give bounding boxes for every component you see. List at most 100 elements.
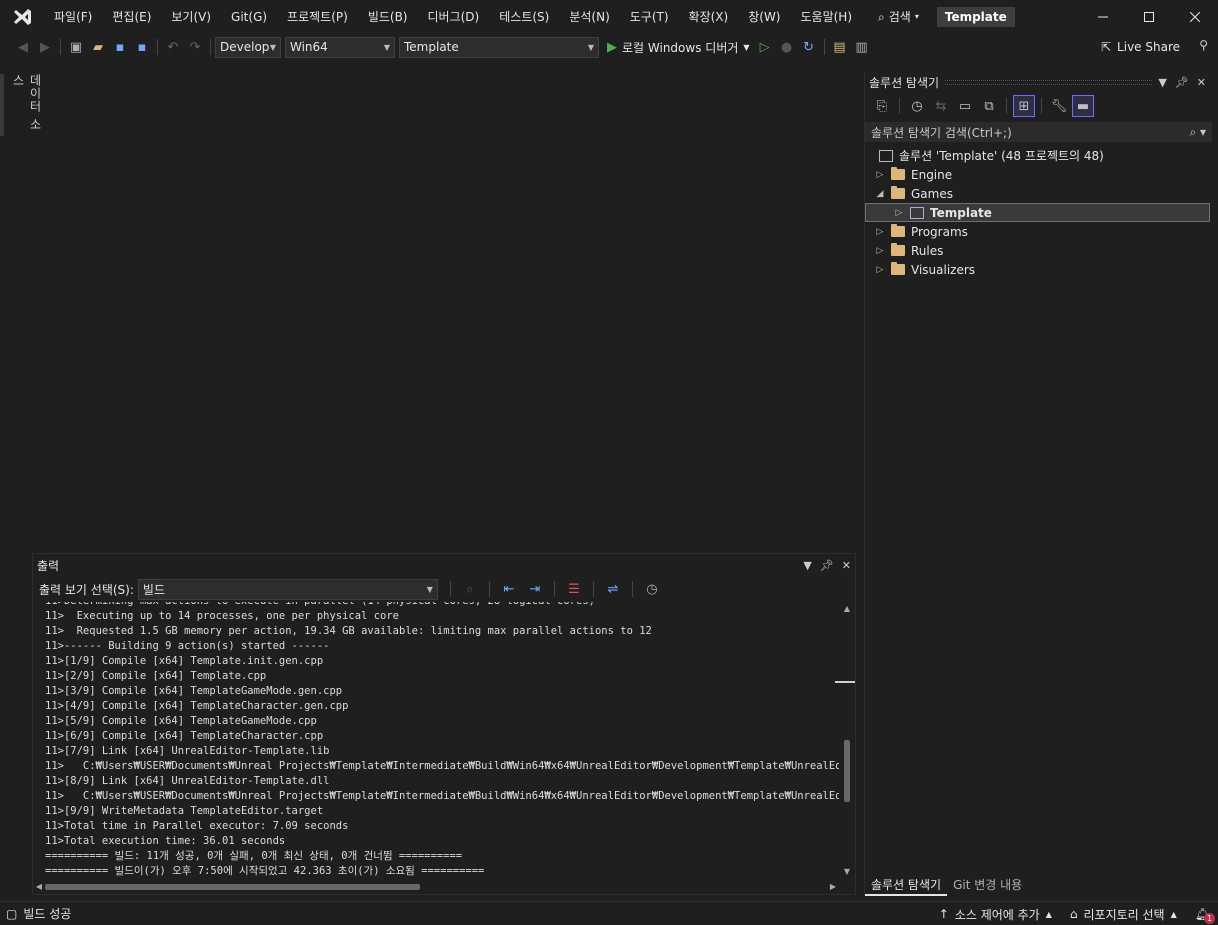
pending-changes-filter-icon[interactable]: ◷	[906, 95, 928, 117]
scroll-down-icon[interactable]: ▼	[841, 867, 853, 876]
menu-item[interactable]: 도구(T)	[620, 0, 679, 34]
folder-icon	[891, 243, 905, 256]
forward-icon[interactable]: ▶	[34, 36, 56, 58]
show-all-files-icon[interactable]: ⧉	[978, 95, 1000, 117]
search-button[interactable]: ⌕ 검색 ▾	[870, 0, 927, 34]
scroll-up-icon[interactable]: ▲	[841, 604, 853, 613]
collapsed-caret-icon[interactable]: ▷	[873, 265, 887, 275]
menu-item[interactable]: 디버그(D)	[418, 0, 490, 34]
collapsed-caret-icon[interactable]: ▷	[873, 170, 887, 180]
start-without-debugging-icon[interactable]: ▷	[754, 36, 776, 58]
startup-project-select[interactable]: Template ▼	[399, 36, 599, 58]
hot-reload-icon[interactable]: ●	[776, 36, 798, 58]
save-all-icon[interactable]: ▪	[131, 36, 153, 58]
menu-item[interactable]: 빌드(B)	[358, 0, 418, 34]
chevron-down-icon: ▾	[914, 12, 919, 21]
vertical-scrollbar[interactable]: ▲ ▼	[835, 602, 855, 878]
open-folder-icon[interactable]: ▰	[87, 36, 109, 58]
output-text[interactable]: 11>Determining max actions to execute in…	[33, 602, 839, 878]
menu-item[interactable]: 테스트(S)	[489, 0, 559, 34]
live-share-button[interactable]: ⇱ Live Share	[1101, 34, 1180, 60]
solution-node[interactable]: 솔루션 'Template' (48 프로젝트의 48)	[865, 146, 1212, 165]
output-line: 11>Determining max actions to execute in…	[45, 602, 839, 609]
menu-item[interactable]: 창(W)	[738, 0, 790, 34]
next-message-icon[interactable]: ⇥	[524, 578, 546, 600]
collapsed-caret-icon[interactable]: ▷	[892, 208, 906, 218]
maximize-button[interactable]	[1126, 0, 1172, 34]
minimize-button[interactable]	[1080, 0, 1126, 34]
menu-item[interactable]: 도움말(H)	[791, 0, 863, 34]
menu-item[interactable]: Git(G)	[221, 0, 277, 34]
platform-select[interactable]: Win64 ▼	[285, 36, 395, 58]
start-debugging-button[interactable]: ▶ 로컬 Windows 디버거 ▼	[603, 39, 754, 56]
output-line: ========== 빌드이(가) 오후 7:50에 시작되었고 42.363 …	[45, 865, 485, 877]
drag-handle[interactable]	[945, 79, 1153, 85]
collapsed-caret-icon[interactable]: ▷	[873, 227, 887, 237]
collapse-all-icon[interactable]: ▭	[954, 95, 976, 117]
data-sources-tab[interactable]: 데이터 소스	[0, 68, 42, 138]
pin-icon[interactable]: 📌︎	[1175, 76, 1189, 89]
new-project-icon[interactable]: ▣	[65, 36, 87, 58]
solution-folder-icon[interactable]: ▤	[829, 36, 851, 58]
properties-icon[interactable]: 🔧︎	[1048, 95, 1070, 117]
preview-icon[interactable]: ▬	[1072, 95, 1094, 117]
scroll-marker	[835, 681, 855, 683]
menu-item[interactable]: 프로젝트(P)	[277, 0, 358, 34]
tree-item[interactable]: ▷ Engine	[865, 165, 1212, 184]
menu-item[interactable]: 보기(V)	[161, 0, 221, 34]
sync-icon[interactable]: ⇆	[930, 95, 952, 117]
collapsed-caret-icon[interactable]: ▷	[873, 246, 887, 256]
previous-message-icon[interactable]: ⇤	[498, 578, 520, 600]
pin-icon[interactable]: 📌︎	[820, 559, 834, 572]
scroll-thumb[interactable]	[844, 740, 850, 802]
back-icon[interactable]: ◀	[12, 36, 34, 58]
filter-icon[interactable]: ⊞	[1013, 95, 1035, 117]
chevron-down-icon[interactable]: ▼	[1158, 76, 1166, 89]
message-icon[interactable]: ▢	[6, 907, 17, 921]
menu-item[interactable]: 편집(E)	[102, 0, 161, 34]
undo-icon[interactable]: ↶	[162, 36, 184, 58]
clock-icon[interactable]: ◷	[641, 578, 663, 600]
tree-item[interactable]: ▷ Visualizers	[865, 260, 1212, 279]
layout-icon[interactable]: ▥	[851, 36, 873, 58]
tree-item[interactable]: ◢ Games	[865, 184, 1212, 203]
tree-item[interactable]: ▷ Rules	[865, 241, 1212, 260]
feedback-icon[interactable]: ⚲	[1199, 38, 1208, 52]
output-source-select[interactable]: 빌드 ▼	[137, 578, 438, 600]
chevron-down-icon[interactable]: ▼	[803, 559, 811, 572]
startup-project-value: Template	[404, 40, 459, 54]
tree-item[interactable]: ▷ Programs	[865, 222, 1212, 241]
menu-item[interactable]: 파일(F)	[44, 0, 102, 34]
tab-indicator	[0, 74, 4, 136]
word-wrap-icon[interactable]: ⇌	[602, 578, 624, 600]
solution-search-input[interactable]: 솔루션 탐색기 검색(Ctrl+;) ⌕ ▾	[865, 122, 1212, 142]
menu-item[interactable]: 분석(N)	[559, 0, 619, 34]
close-icon[interactable]: ✕	[1197, 76, 1206, 89]
folder-icon	[891, 224, 905, 237]
redo-icon[interactable]: ↷	[184, 36, 206, 58]
toolbar-divider	[488, 581, 490, 597]
horizontal-scrollbar[interactable]: ◀ ▶	[33, 880, 839, 894]
scroll-thumb[interactable]	[45, 884, 420, 890]
switch-views-icon[interactable]: ⎘	[871, 95, 893, 117]
scroll-left-icon[interactable]: ◀	[33, 880, 45, 894]
notifications-button[interactable]: 🔔︎ 1	[1195, 907, 1215, 924]
refresh-icon[interactable]: ↻	[798, 36, 820, 58]
toolbar-divider	[631, 581, 633, 597]
clear-all-icon[interactable]: ☰	[563, 578, 585, 600]
tab-solution-explorer[interactable]: 솔루션 탐색기	[865, 874, 948, 896]
add-to-source-control-button[interactable]: ↑ 소스 제어에 추가 ▲	[939, 906, 1052, 923]
find-message-icon[interactable]: ⌕	[459, 578, 481, 600]
configuration-select[interactable]: Develop ▼	[215, 36, 281, 58]
output-line: 11>[6/9] Compile [x64] TemplateCharacter…	[45, 730, 324, 742]
save-icon[interactable]: ▪	[109, 36, 131, 58]
expanded-caret-icon[interactable]: ◢	[873, 189, 887, 199]
select-repository-button[interactable]: ⌂ 리포지토리 선택 ▲	[1070, 906, 1177, 923]
chevron-down-icon: ▼	[269, 42, 276, 52]
close-icon[interactable]: ✕	[842, 559, 851, 572]
scroll-right-icon[interactable]: ▶	[827, 880, 839, 894]
menu-item[interactable]: 확장(X)	[679, 0, 739, 34]
tab-git-changes[interactable]: Git 변경 내용	[947, 874, 1028, 896]
close-button[interactable]	[1172, 0, 1218, 34]
tree-item[interactable]: ▷ Template	[865, 203, 1210, 222]
